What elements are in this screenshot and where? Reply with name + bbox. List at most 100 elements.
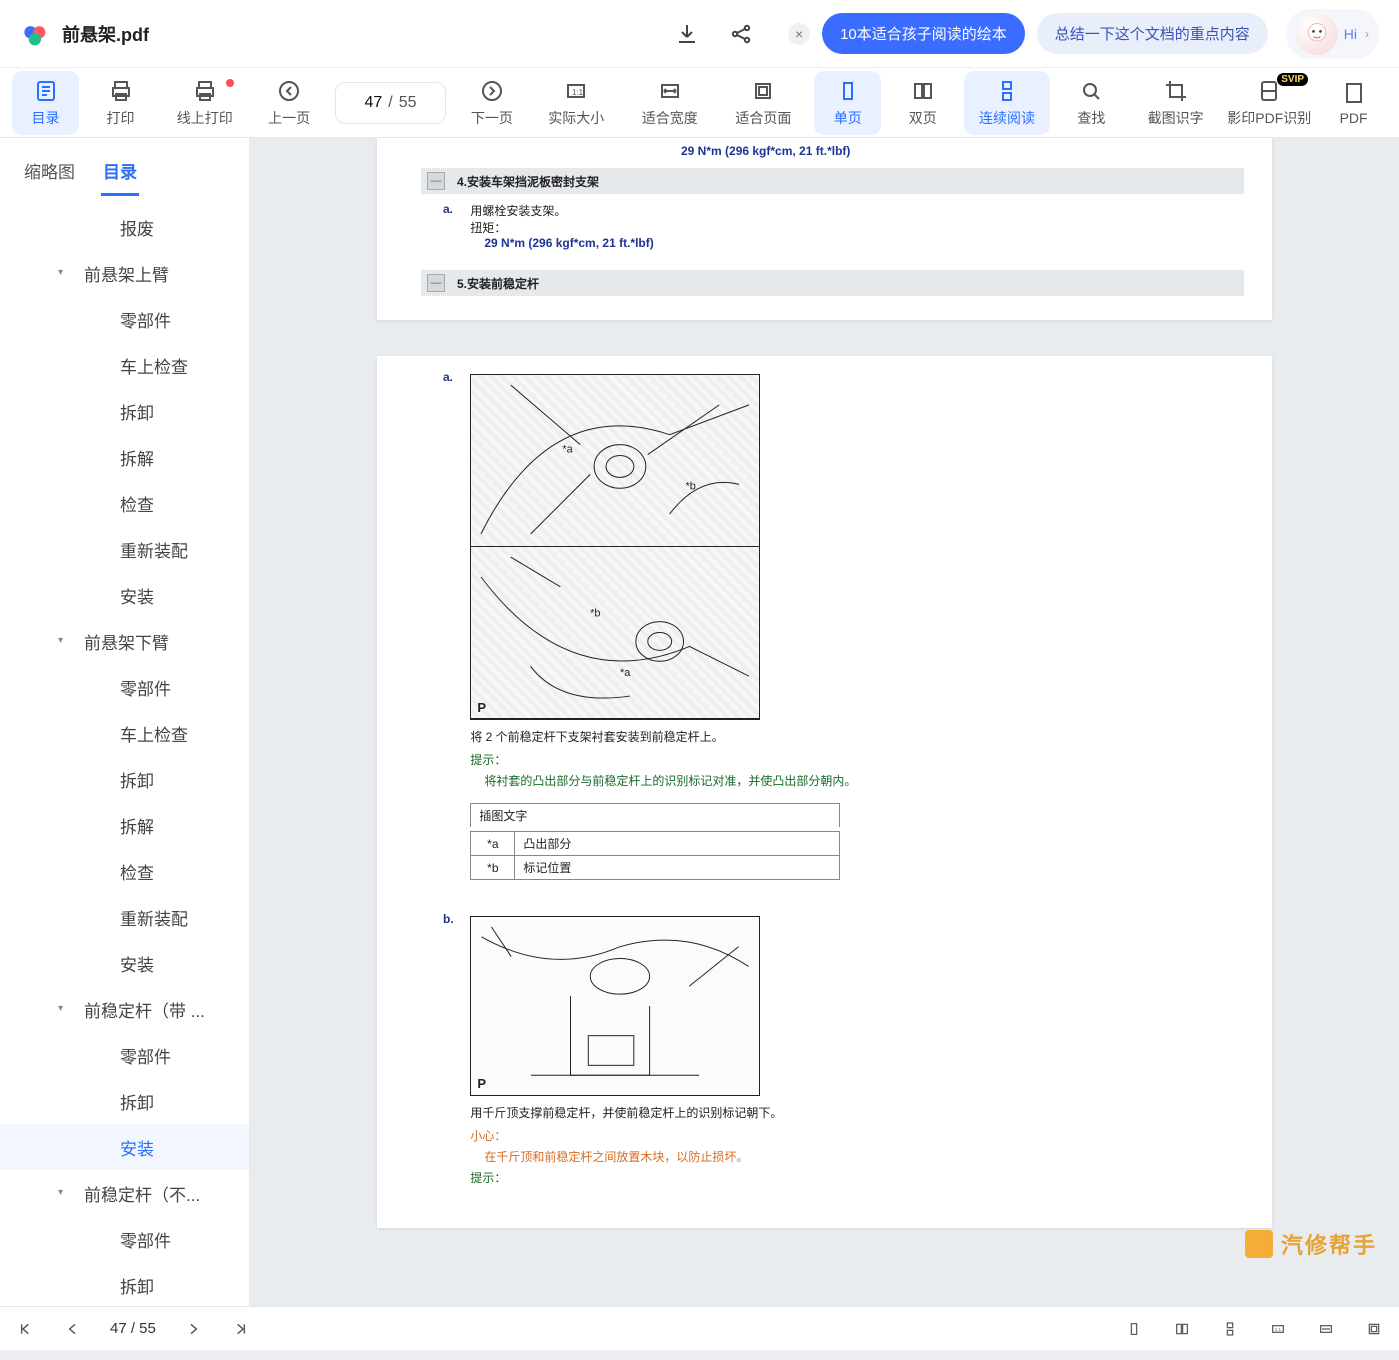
torque-value: 29 N*m (296 kgf*cm, 21 ft.*lbf)	[484, 236, 653, 250]
double-page-icon	[910, 78, 936, 104]
tab-toc[interactable]: 目录	[101, 148, 139, 196]
watermark-icon	[1245, 1230, 1273, 1258]
cloud-print-icon	[192, 78, 218, 104]
tab-thumbnails[interactable]: 缩略图	[22, 148, 77, 196]
expand-toggle-icon[interactable]: ▾	[58, 1003, 72, 1014]
print-online-button[interactable]: 线上打印	[162, 71, 248, 135]
toc-item-label: 安装	[120, 1135, 154, 1160]
collapse-icon: —	[427, 274, 445, 292]
document-viewport[interactable]: 29 N*m (296 kgf*cm, 21 ft.*lbf) — 4.安装车架…	[250, 138, 1399, 1306]
tip-text-a: 将衬套的凸出部分与前稳定杆上的识别标记对准，并使凸出部分朝内。	[484, 772, 1241, 789]
toc-item[interactable]: ▾前悬架下臂	[0, 618, 249, 664]
share-icon[interactable]	[728, 21, 754, 47]
step-marker-b: b.	[443, 912, 467, 926]
pdf-more-button[interactable]: PDF	[1320, 71, 1387, 135]
fit-page-bottom-icon[interactable]	[1363, 1318, 1385, 1340]
shadow-pdf-ocr-button[interactable]: SVIP 影印PDF识别	[1226, 71, 1312, 135]
suggestion-chip-2[interactable]: 总结一下这个文档的重点内容	[1037, 13, 1268, 54]
toc-item[interactable]: 拆卸	[0, 1078, 249, 1124]
toc-item-label: 检查	[120, 491, 154, 516]
prev-page-button-bottom[interactable]	[62, 1318, 84, 1340]
toc-item[interactable]: 重新装配	[0, 526, 249, 572]
collapse-icon: —	[427, 172, 445, 190]
toc-item[interactable]: 车上检查	[0, 710, 249, 756]
search-icon	[1078, 78, 1104, 104]
toc-item[interactable]: 检查	[0, 480, 249, 526]
expand-toggle-icon[interactable]: ▾	[58, 635, 72, 646]
screenshot-ocr-button[interactable]: 截图识字	[1133, 71, 1219, 135]
single-page-view-icon[interactable]	[1123, 1318, 1145, 1340]
toc-item-label: 前稳定杆（带 ...	[84, 997, 205, 1022]
svg-text:*a: *a	[620, 667, 631, 679]
continuous-scroll-button[interactable]: 连续阅读	[964, 71, 1050, 135]
suggestions-close-button[interactable]: ×	[788, 23, 810, 45]
toc-item-label: 拆卸	[120, 399, 154, 424]
step-text: 用螺栓安装支架。	[470, 204, 566, 218]
toc-item[interactable]: 零部件	[0, 664, 249, 710]
toc-item[interactable]: 拆卸	[0, 1262, 249, 1306]
first-page-button[interactable]	[14, 1318, 36, 1340]
toc-item[interactable]: 安装	[0, 1124, 249, 1170]
step-marker-a: a.	[443, 202, 467, 216]
toc-tree[interactable]: 报废▾前悬架上臂零部件车上检查拆卸拆解检查重新装配安装▾前悬架下臂零部件车上检查…	[0, 196, 249, 1306]
toc-item-label: 车上检查	[120, 721, 188, 746]
fit-width-icon	[657, 78, 683, 104]
toc-item[interactable]: 零部件	[0, 296, 249, 342]
toc-button[interactable]: 目录	[12, 71, 79, 135]
actual-size-bottom-icon[interactable]: 1:1	[1267, 1318, 1289, 1340]
fit-page-button[interactable]: 适合页面	[721, 71, 807, 135]
continuous-single-icon[interactable]	[1219, 1318, 1241, 1340]
toc-item[interactable]: 报废	[0, 204, 249, 250]
svg-text:1:1: 1:1	[1275, 1327, 1282, 1332]
toc-item[interactable]: 零部件	[0, 1216, 249, 1262]
sidebar: 缩略图 目录 报废▾前悬架上臂零部件车上检查拆卸拆解检查重新装配安装▾前悬架下臂…	[0, 138, 250, 1306]
toc-item[interactable]: ▾ 前稳定杆（带 ...	[0, 986, 249, 1032]
download-icon[interactable]	[674, 21, 700, 47]
toc-item[interactable]: 拆解	[0, 434, 249, 480]
toc-item[interactable]: 安装	[0, 572, 249, 618]
print-button[interactable]: 打印	[87, 71, 154, 135]
fit-width-button[interactable]: 适合宽度	[627, 71, 713, 135]
expand-toggle-icon[interactable]: ▾	[58, 267, 72, 278]
toc-item[interactable]: 拆卸	[0, 756, 249, 802]
section-bar-4: — 4.安装车架挡泥板密封支架	[421, 168, 1244, 194]
figure-a: *a*b *b*a P	[470, 374, 760, 720]
suggestion-chip-1[interactable]: 10本适合孩子阅读的绘本	[822, 13, 1025, 54]
toc-item-label: 拆解	[120, 813, 154, 838]
tip-label-2: 提示：	[470, 1169, 1241, 1186]
next-page-button-bottom[interactable]	[182, 1318, 204, 1340]
double-page-button[interactable]: 双页	[889, 71, 956, 135]
caution-label: 小心：	[470, 1127, 1241, 1144]
toc-item[interactable]: 检查	[0, 848, 249, 894]
toc-item[interactable]: ▾前稳定杆（不...	[0, 1170, 249, 1216]
next-page-button[interactable]: 下一页	[458, 71, 525, 135]
avatar-icon	[1296, 13, 1338, 55]
svg-text:1:1: 1:1	[572, 88, 584, 97]
horizontal-scrollbar[interactable]	[0, 1350, 1399, 1360]
toc-item-label: 拆卸	[120, 767, 154, 792]
hi-label: Hi	[1344, 26, 1357, 42]
toc-item[interactable]: 拆解	[0, 802, 249, 848]
actual-size-button[interactable]: 1:1 实际大小	[533, 71, 619, 135]
toc-item[interactable]: 安装	[0, 940, 249, 986]
prev-page-button[interactable]: 上一页	[256, 71, 323, 135]
expand-toggle-icon[interactable]: ▾	[58, 1187, 72, 1198]
toc-item[interactable]: 拆卸	[0, 388, 249, 434]
toc-item[interactable]: 零部件	[0, 1032, 249, 1078]
single-page-button[interactable]: 单页	[814, 71, 881, 135]
toc-item-label: 拆卸	[120, 1273, 154, 1298]
toc-item[interactable]: 车上检查	[0, 342, 249, 388]
legend-header: 插图文字	[470, 803, 840, 827]
ai-assistant-button[interactable]: Hi ›	[1286, 9, 1379, 59]
find-button[interactable]: 查找	[1058, 71, 1125, 135]
torque-value-text: 29 N*m (296 kgf*cm, 21 ft.*lbf)	[681, 144, 1244, 158]
fit-page-icon	[750, 78, 776, 104]
toc-item[interactable]: 重新装配	[0, 894, 249, 940]
double-page-view-icon[interactable]	[1171, 1318, 1193, 1340]
figure-b: P	[470, 916, 760, 1096]
last-page-button[interactable]	[230, 1318, 252, 1340]
toc-item-label: 零部件	[120, 675, 171, 700]
toc-item[interactable]: ▾前悬架上臂	[0, 250, 249, 296]
page-indicator[interactable]: 47 / 55	[335, 82, 447, 124]
fit-width-bottom-icon[interactable]	[1315, 1318, 1337, 1340]
